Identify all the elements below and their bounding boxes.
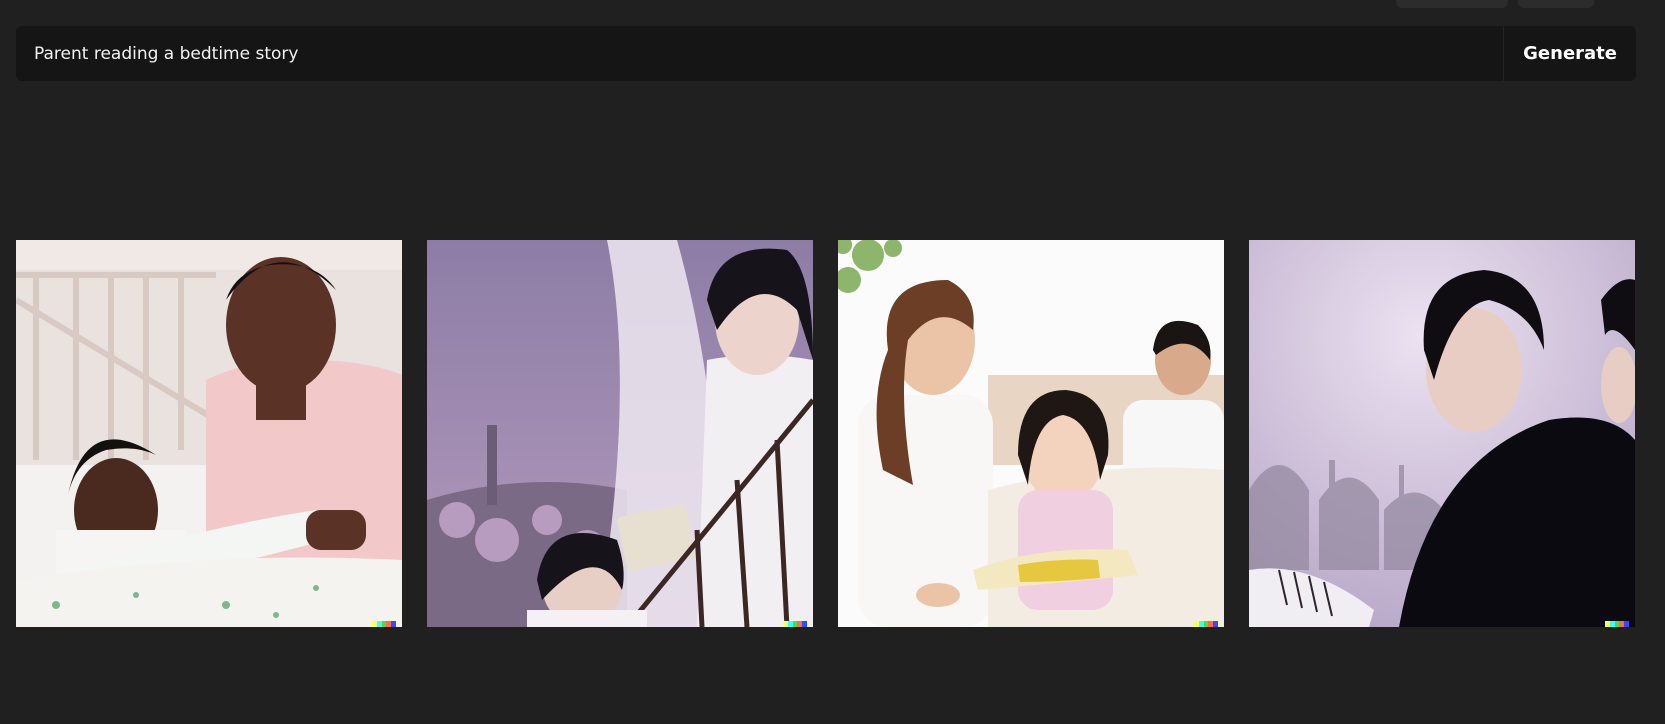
result-image-2-picture	[427, 240, 813, 627]
results-gallery	[16, 240, 1636, 627]
watermark	[783, 621, 807, 627]
result-image-3-picture	[838, 240, 1224, 627]
result-image-4[interactable]	[1249, 240, 1635, 627]
result-image-2[interactable]	[427, 240, 813, 627]
result-image-3[interactable]	[838, 240, 1224, 627]
top-toolbar-button[interactable]	[1396, 0, 1508, 8]
result-image-4-picture	[1249, 240, 1635, 627]
watermark	[1605, 621, 1629, 627]
prompt-input[interactable]: Parent reading a bedtime story	[16, 26, 1503, 81]
generate-button[interactable]: Generate	[1504, 26, 1636, 81]
result-image-1-picture	[16, 240, 402, 627]
watermark	[372, 621, 396, 627]
result-image-1[interactable]	[16, 240, 402, 627]
prompt-bar: Parent reading a bedtime story Generate	[16, 26, 1636, 81]
top-toolbar-button[interactable]	[1518, 0, 1594, 8]
watermark	[1194, 621, 1218, 627]
